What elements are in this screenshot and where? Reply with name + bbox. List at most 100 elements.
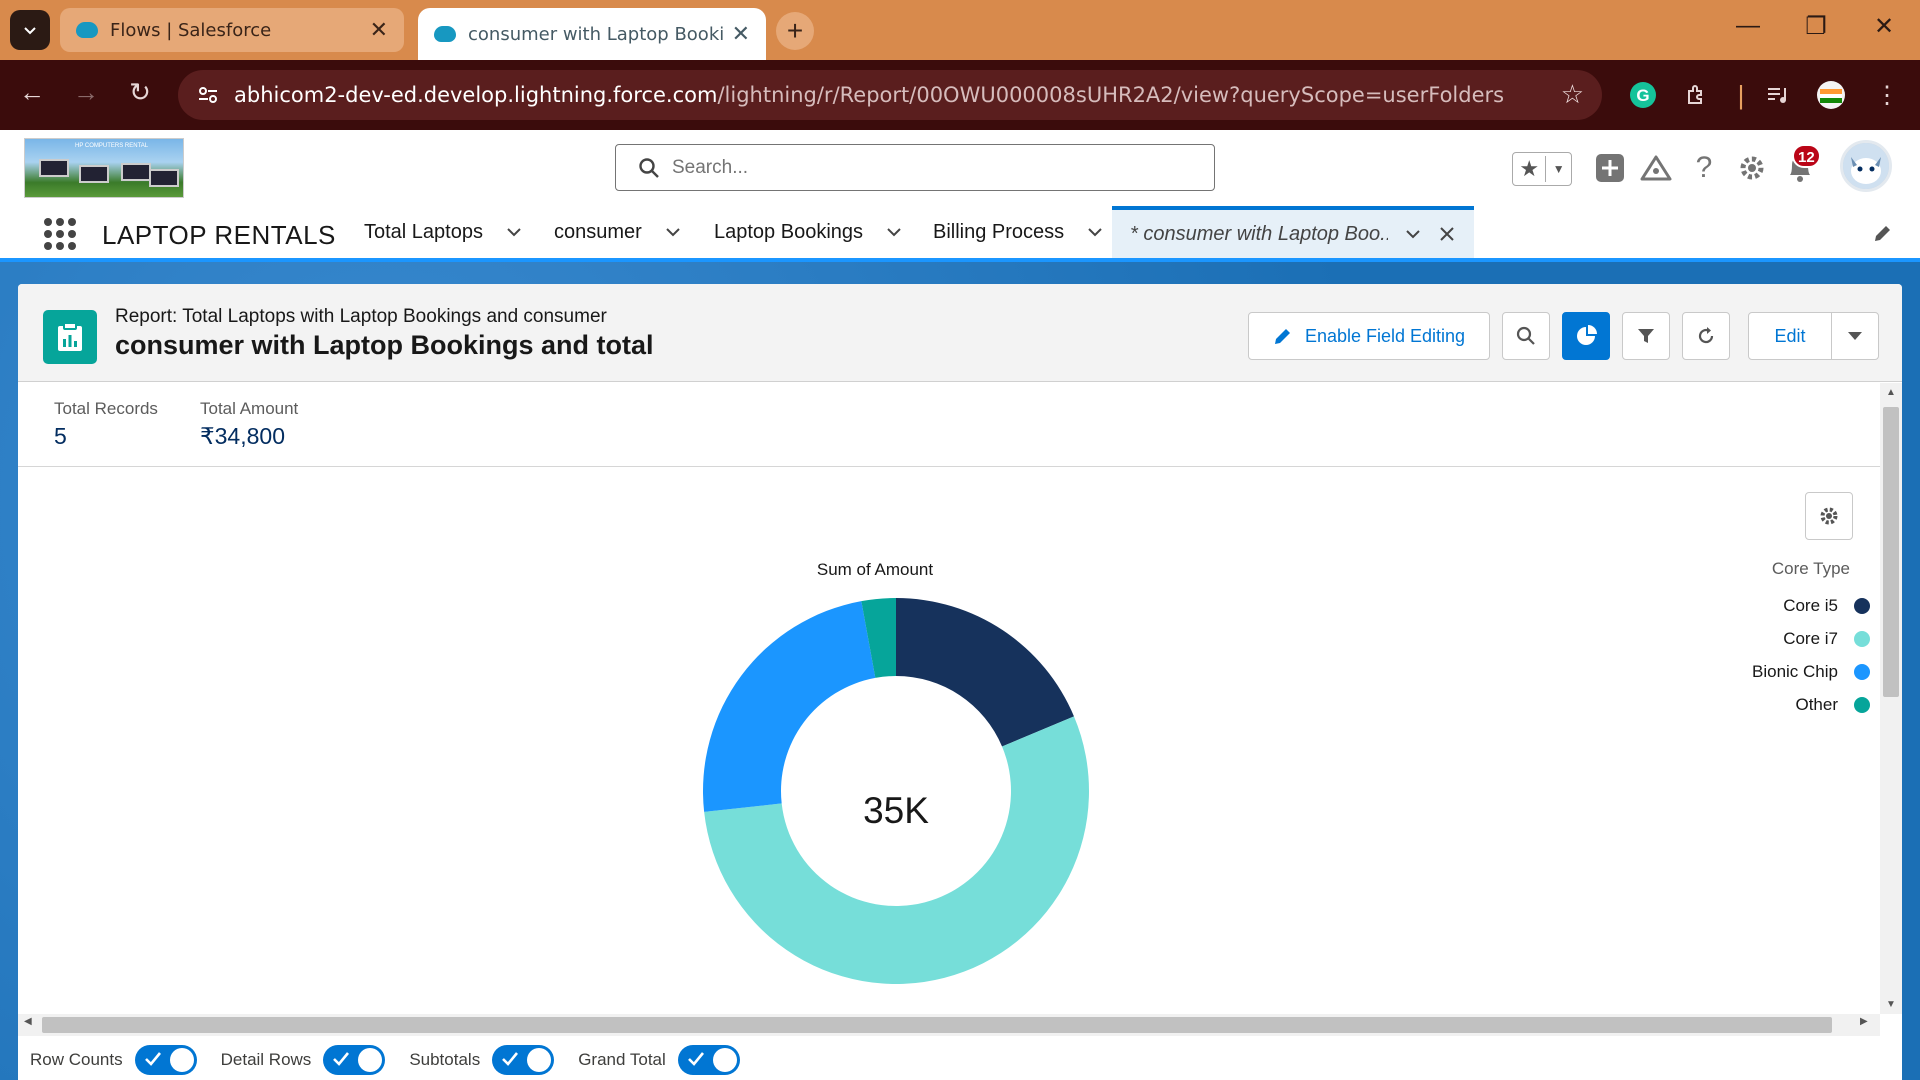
enable-field-editing-button[interactable]: Enable Field Editing [1248, 312, 1490, 360]
app-launcher-icon[interactable] [44, 218, 76, 250]
search-report-button[interactable] [1502, 312, 1550, 360]
nav-item-current-report[interactable]: * consumer with Laptop Boo... [1112, 206, 1474, 258]
nav-item-billing-process[interactable]: Billing Process [933, 206, 1104, 258]
close-tab-icon[interactable]: ✕ [370, 18, 388, 43]
edit-nav-pencil-icon[interactable] [1872, 224, 1892, 244]
favorites-button[interactable]: ★ ▼ [1512, 152, 1572, 186]
toggle-switch[interactable] [323, 1045, 386, 1075]
app-navigation-bar: LAPTOP RENTALS Total Laptops consumer La… [0, 206, 1920, 262]
chevron-down-icon[interactable] [885, 223, 903, 241]
restore-icon[interactable]: ❐ [1796, 12, 1836, 41]
profile-avatar-icon[interactable] [1814, 78, 1848, 112]
legend-item[interactable]: Core i5 [1658, 594, 1870, 618]
pie-chart-icon [1577, 325, 1597, 345]
grammarly-icon[interactable]: G [1626, 78, 1660, 112]
edit-label: Edit [1774, 325, 1806, 346]
toggle-switch[interactable] [492, 1045, 555, 1075]
nav-item-label: * consumer with Laptop Boo... [1130, 222, 1388, 245]
legend-item[interactable]: Bionic Chip [1658, 660, 1870, 684]
report-title: consumer with Laptop Bookings and total [115, 330, 654, 360]
svg-text:G: G [1636, 86, 1649, 105]
toggle-chart-button[interactable] [1562, 312, 1610, 360]
report-card: Report: Total Laptops with Laptop Bookin… [18, 284, 1902, 1080]
forward-icon[interactable]: → [68, 77, 104, 108]
chart-area: Sum of Amount 35K Core Type Core i5 Core… [18, 468, 1880, 1014]
vertical-scrollbar[interactable]: ▲ ▼ [1880, 383, 1902, 1014]
help-icon[interactable]: ? [1686, 150, 1722, 186]
nav-item-laptop-bookings[interactable]: Laptop Bookings [714, 206, 903, 258]
scrollbar-thumb[interactable] [42, 1017, 1832, 1033]
close-icon[interactable] [1438, 225, 1456, 243]
star-icon[interactable]: ★ [1513, 156, 1547, 182]
detail-rows-toggle[interactable]: Detail Rows [221, 1045, 386, 1075]
nav-item-label: Billing Process [933, 220, 1065, 243]
nav-item-label: Laptop Bookings [714, 220, 864, 243]
filter-button[interactable] [1622, 312, 1670, 360]
url-path: /lightning/r/Report/00OWU000008sUHR2A2/v… [717, 83, 1505, 107]
media-controls-icon[interactable] [1760, 78, 1794, 112]
nav-item-consumer[interactable]: consumer [554, 206, 682, 258]
global-actions-icon[interactable] [1592, 150, 1628, 186]
donut-slice-core-i5[interactable] [896, 598, 1074, 747]
checkmark-icon [333, 1052, 350, 1066]
back-icon[interactable]: ← [14, 77, 50, 108]
bookmark-star-icon[interactable]: ☆ [1561, 80, 1584, 110]
refresh-icon [1698, 327, 1714, 344]
donut-slice-bionic-chip[interactable] [703, 601, 876, 812]
global-search-input[interactable]: Search... [615, 144, 1215, 191]
scroll-down-arrow-icon[interactable]: ▼ [1880, 999, 1902, 1010]
scroll-right-arrow-icon[interactable]: ▶ [1860, 1016, 1868, 1027]
scrollbar-thumb[interactable] [1883, 407, 1899, 697]
report-icon [43, 310, 97, 364]
browser-menu-icon[interactable]: ⋮ [1870, 78, 1904, 112]
chevron-down-icon [1848, 332, 1862, 340]
setup-gear-icon[interactable] [1734, 150, 1770, 186]
refresh-button[interactable] [1682, 312, 1730, 360]
grand-total-toggle[interactable]: Grand Total [578, 1045, 740, 1075]
new-tab-button[interactable]: + [776, 12, 814, 50]
minimize-icon[interactable]: — [1728, 12, 1768, 40]
url-host: abhicom2-dev-ed.develop.lightning.force.… [234, 83, 718, 107]
scroll-up-arrow-icon[interactable]: ▲ [1880, 387, 1902, 398]
chevron-down-icon[interactable] [1086, 223, 1104, 241]
app-name: LAPTOP RENTALS [102, 220, 336, 250]
reload-icon[interactable]: ↻ [122, 77, 158, 108]
legend-item[interactable]: Core i7 [1658, 627, 1870, 651]
address-bar[interactable]: abhicom2-dev-ed.develop.lightning.force.… [178, 70, 1602, 120]
close-window-icon[interactable]: ✕ [1864, 12, 1904, 41]
edit-menu-button[interactable] [1831, 312, 1879, 360]
total-records-value: 5 [54, 423, 67, 449]
scroll-left-arrow-icon[interactable]: ◀ [24, 1016, 32, 1027]
tab-search-button[interactable] [10, 10, 50, 50]
close-tab-icon[interactable]: ✕ [732, 22, 750, 47]
legend-swatch [1854, 697, 1870, 713]
legend-swatch [1854, 598, 1870, 614]
chevron-down-icon[interactable] [1404, 225, 1422, 243]
browser-tab-report[interactable]: consumer with Laptop Booking ✕ [418, 8, 766, 60]
toggle-switch[interactable] [134, 1045, 197, 1075]
extensions-icon[interactable] [1680, 78, 1714, 112]
toggle-switch[interactable] [677, 1045, 740, 1075]
user-avatar[interactable] [1840, 140, 1892, 192]
trailhead-icon[interactable] [1638, 150, 1674, 186]
enable-field-editing-label: Enable Field Editing [1304, 325, 1466, 346]
chevron-down-icon[interactable] [664, 223, 682, 241]
filter-icon [1638, 329, 1654, 343]
legend-swatch [1854, 664, 1870, 680]
favorites-dropdown-icon[interactable]: ▼ [1546, 162, 1571, 176]
report-header: Report: Total Laptops with Laptop Bookin… [18, 284, 1902, 382]
legend-label: Core i5 [1783, 596, 1838, 615]
legend-item[interactable]: Other [1658, 693, 1870, 717]
horizontal-scrollbar[interactable]: ◀ ▶ [18, 1014, 1880, 1036]
search-icon [639, 158, 659, 178]
report-summary: Total Records 5 Total Amount ₹34,800 [18, 383, 1880, 467]
row-counts-toggle[interactable]: Row Counts [30, 1045, 197, 1075]
subtotals-toggle[interactable]: Subtotals [409, 1045, 555, 1075]
salesforce-cloud-icon [434, 26, 456, 42]
site-info-icon[interactable] [196, 83, 220, 107]
nav-item-total-laptops[interactable]: Total Laptops [364, 206, 523, 258]
legend-label: Other [1795, 695, 1838, 714]
browser-tab-flows[interactable]: Flows | Salesforce ✕ [60, 8, 404, 52]
edit-button[interactable]: Edit [1748, 312, 1832, 360]
chevron-down-icon[interactable] [505, 223, 523, 241]
